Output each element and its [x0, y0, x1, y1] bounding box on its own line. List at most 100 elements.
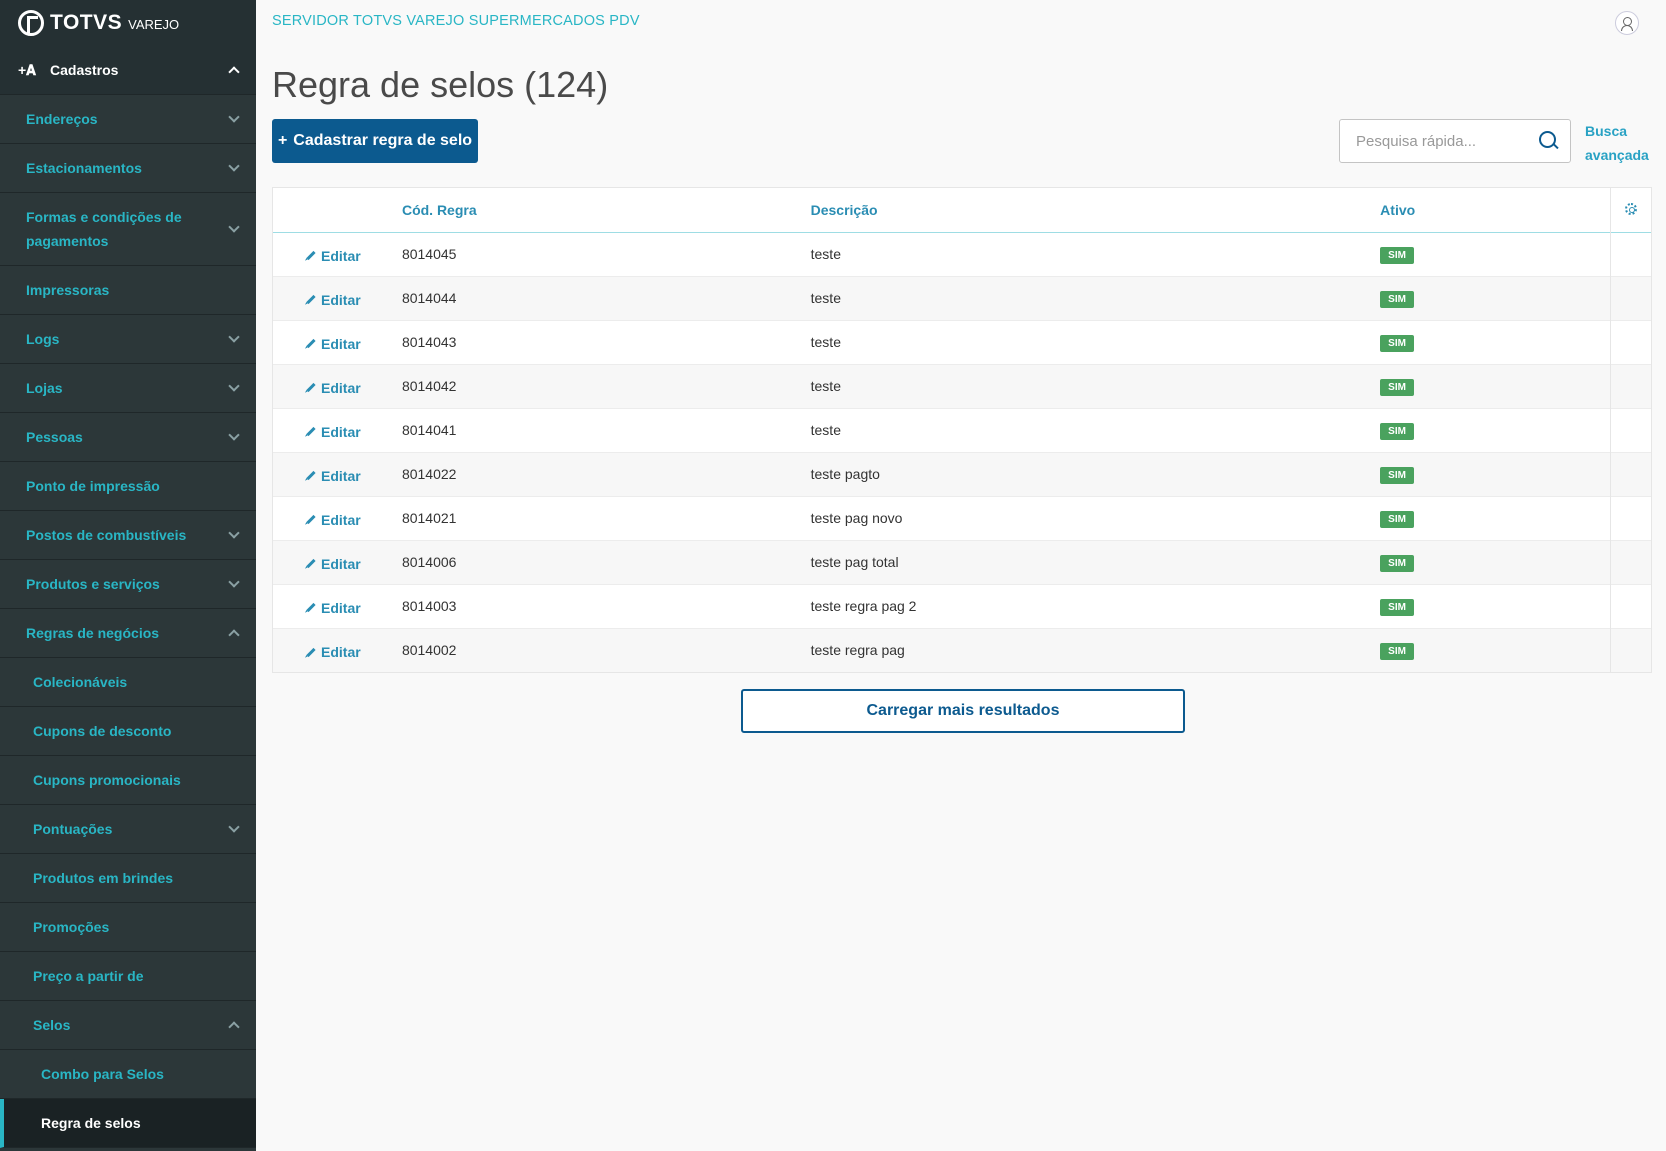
- chevron-down-icon: [228, 380, 240, 392]
- sidebar-item-label: Produtos e serviços: [26, 576, 160, 592]
- sidebar-item-preco-a-partir-de[interactable]: Preço a partir de: [0, 952, 256, 1001]
- gear-icon[interactable]: [1625, 202, 1638, 215]
- rule-description-cell: teste pagto: [810, 466, 880, 482]
- sidebar-item-label: Ponto de impressão: [26, 478, 160, 494]
- edit-link[interactable]: Editar: [306, 380, 361, 396]
- edit-link[interactable]: Editar: [306, 424, 361, 440]
- pencil-icon: [306, 339, 316, 349]
- sidebar-item-label: Estacionamentos: [26, 160, 142, 176]
- status-badge: SIM: [1380, 510, 1414, 528]
- sidebar-item-regras-negocios[interactable]: Regras de negócios: [0, 609, 256, 658]
- quick-search: [1339, 119, 1571, 163]
- load-more-button[interactable]: Carregar mais resultados: [741, 689, 1185, 733]
- sidebar-item-produtos-servicos[interactable]: Produtos e serviços: [0, 560, 256, 609]
- edit-link[interactable]: Editar: [306, 292, 361, 308]
- search-icon[interactable]: [1538, 130, 1560, 152]
- sidebar-item-label: Combo para Selos: [41, 1066, 164, 1082]
- rule-active-cell: SIM: [1380, 320, 1611, 364]
- rule-code-cell: 8014045: [401, 246, 457, 262]
- sidebar: TOTVS VAREJO +𝐀 Cadastros Endereços Esta…: [0, 0, 256, 1151]
- sidebar-item-label: Logs: [26, 331, 60, 347]
- rule-code-cell: 8014043: [401, 334, 457, 350]
- row-actions-cell: Editar: [273, 584, 402, 628]
- edit-link[interactable]: Editar: [306, 248, 361, 264]
- rule-description-cell: teste regra pag: [810, 642, 905, 659]
- rule-description-cell: teste regra pag 2: [810, 598, 917, 614]
- table-row: Editar 8014022 teste pagto SIM: [273, 452, 1651, 496]
- sidebar-item-cupons-desconto[interactable]: Cupons de desconto: [0, 707, 256, 756]
- rule-active-cell: SIM: [1380, 232, 1611, 276]
- row-actions-cell: Editar: [273, 364, 402, 408]
- row-actions-cell: Editar: [273, 628, 402, 672]
- pencil-icon: [306, 559, 316, 569]
- row-actions-cell: Editar: [273, 496, 402, 540]
- sidebar-item-label: Produtos em brindes: [33, 870, 174, 886]
- sidebar-item-combo-selos[interactable]: Combo para Selos: [0, 1050, 256, 1099]
- sidebar-item-colecionaveis[interactable]: Colecionáveis: [0, 658, 256, 707]
- sidebar-item-ponto-impressao[interactable]: Ponto de impressão: [0, 462, 256, 511]
- sidebar-item-postos-combustiveis[interactable]: Postos de combustíveis: [0, 511, 256, 560]
- table-header-description[interactable]: Descrição: [811, 188, 1381, 232]
- create-rule-button[interactable]: + Cadastrar regra de selo: [272, 119, 478, 163]
- sidebar-item-promocoes[interactable]: Promoções: [0, 903, 256, 952]
- row-spacer-cell: [1610, 628, 1651, 672]
- edit-link[interactable]: Editar: [306, 336, 361, 352]
- row-actions-cell: Editar: [273, 232, 402, 276]
- edit-label: Editar: [321, 511, 361, 528]
- edit-label: Editar: [321, 599, 361, 616]
- table-body: Editar 8014045 teste SIM Editar 8014044 teste S…: [273, 232, 1651, 672]
- table-row: Editar 8014006 teste pag total SIM: [273, 540, 1651, 584]
- sidebar-item-estacionamentos[interactable]: Estacionamentos: [0, 144, 256, 193]
- sidebar-item-label: Colecionáveis: [33, 674, 128, 690]
- user-profile-icon[interactable]: [1615, 11, 1639, 35]
- rule-description-cell: teste: [810, 290, 841, 306]
- edit-link[interactable]: Editar: [306, 468, 361, 484]
- sidebar-section-label: Cadastros: [50, 62, 119, 78]
- sidebar-section-cadastros[interactable]: +𝐀 Cadastros: [0, 46, 256, 95]
- sidebar-item-produtos-brindes[interactable]: Produtos em brindes: [0, 854, 256, 903]
- sidebar-item-logs[interactable]: Logs: [0, 315, 256, 364]
- edit-label: Editar: [321, 423, 361, 440]
- row-actions-cell: Editar: [273, 320, 402, 364]
- rule-description-cell: teste: [810, 246, 841, 262]
- chevron-down-icon: [228, 576, 240, 588]
- edit-link[interactable]: Editar: [306, 556, 361, 572]
- table-header-code[interactable]: Cód. Regra: [402, 188, 811, 232]
- chevron-up-icon: [228, 1021, 240, 1033]
- sidebar-item-lojas[interactable]: Lojas: [0, 364, 256, 413]
- table-settings[interactable]: [1610, 188, 1651, 232]
- sidebar-item-label: Cupons promocionais: [33, 772, 181, 788]
- sidebar-item-pontuacoes[interactable]: Pontuações: [0, 805, 256, 854]
- status-badge: SIM: [1380, 334, 1414, 352]
- edit-label: Editar: [321, 247, 361, 264]
- sidebar-item-formas-pagamentos[interactable]: Formas e condições de pagamentos: [0, 193, 256, 266]
- rules-table: Cód. Regra Descrição Ativo Editar 8014045…: [272, 187, 1652, 673]
- add-user-icon: +𝐀: [18, 61, 36, 78]
- logo[interactable]: TOTVS VAREJO: [0, 0, 256, 46]
- table-header-row: Cód. Regra Descrição Ativo: [273, 188, 1651, 232]
- sidebar-item-enderecos[interactable]: Endereços: [0, 95, 256, 144]
- sidebar-item-selos[interactable]: Selos: [0, 1001, 256, 1050]
- edit-link[interactable]: Editar: [306, 600, 361, 616]
- table-header-active[interactable]: Ativo: [1380, 188, 1611, 232]
- search-input[interactable]: [1340, 132, 1538, 150]
- rule-code-cell: 8014002: [401, 642, 457, 659]
- sidebar-item-pessoas[interactable]: Pessoas: [0, 413, 256, 462]
- sidebar-item-regra-selos[interactable]: Regra de selos: [0, 1099, 256, 1148]
- rule-active-cell: SIM: [1380, 584, 1611, 628]
- sidebar-item-cupons-promocionais[interactable]: Cupons promocionais: [0, 756, 256, 805]
- row-spacer-cell: [1610, 364, 1651, 408]
- chevron-up-icon: [228, 66, 240, 78]
- pencil-icon: [306, 515, 316, 525]
- edit-link[interactable]: Editar: [306, 644, 361, 660]
- sidebar-item-label: Impressoras: [26, 282, 110, 298]
- edit-link[interactable]: Editar: [306, 512, 361, 528]
- rule-description-cell: teste: [810, 378, 841, 394]
- sidebar-item-impressoras[interactable]: Impressoras: [0, 266, 256, 315]
- sidebar-item-label: Selos: [33, 1017, 71, 1033]
- table-row: Editar 8014043 teste SIM: [273, 320, 1651, 364]
- rule-code-cell: 8014021: [401, 510, 457, 526]
- sidebar-item-label: Regras de negócios: [26, 625, 160, 641]
- status-badge: SIM: [1380, 422, 1414, 440]
- advanced-search-link[interactable]: Busca avançada: [1585, 119, 1655, 167]
